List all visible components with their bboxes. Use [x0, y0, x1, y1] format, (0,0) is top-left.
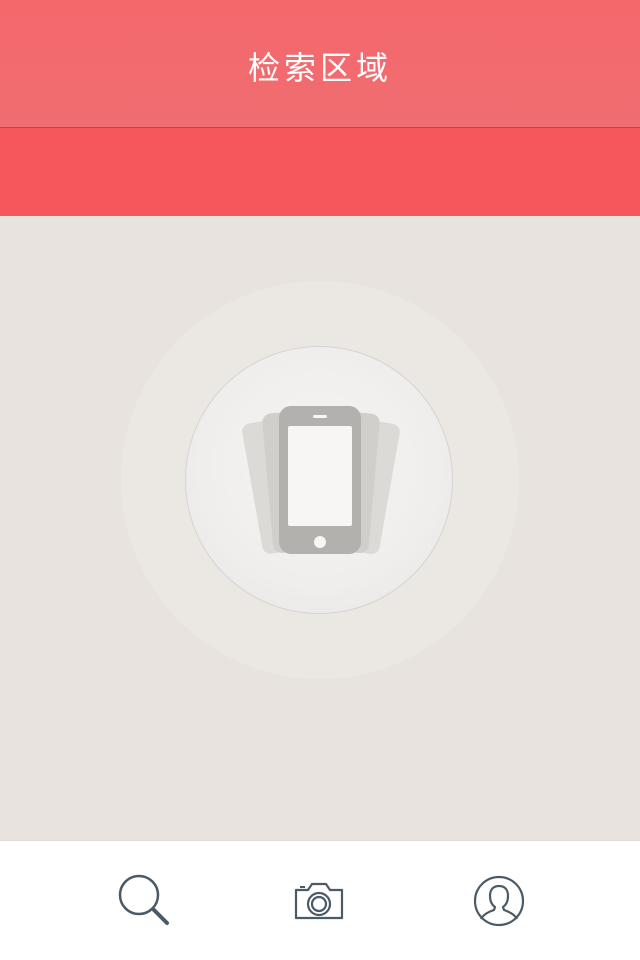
phone-main: [279, 406, 361, 554]
camera-icon: [294, 882, 344, 920]
tab-search[interactable]: [113, 871, 173, 931]
tab-bar: [0, 840, 640, 960]
search-icon: [118, 874, 169, 925]
page-title: 检索区域: [247, 48, 392, 87]
rotating-phone-icon: [242, 406, 400, 555]
tab-camera[interactable]: [289, 871, 349, 931]
user-profile-icon: [473, 875, 525, 927]
tab-profile[interactable]: [469, 871, 529, 931]
main-content: [0, 216, 640, 840]
search-area[interactable]: [0, 128, 640, 216]
title-bar: 检索区域: [0, 0, 640, 128]
app-screen: 检索区域: [0, 0, 640, 960]
